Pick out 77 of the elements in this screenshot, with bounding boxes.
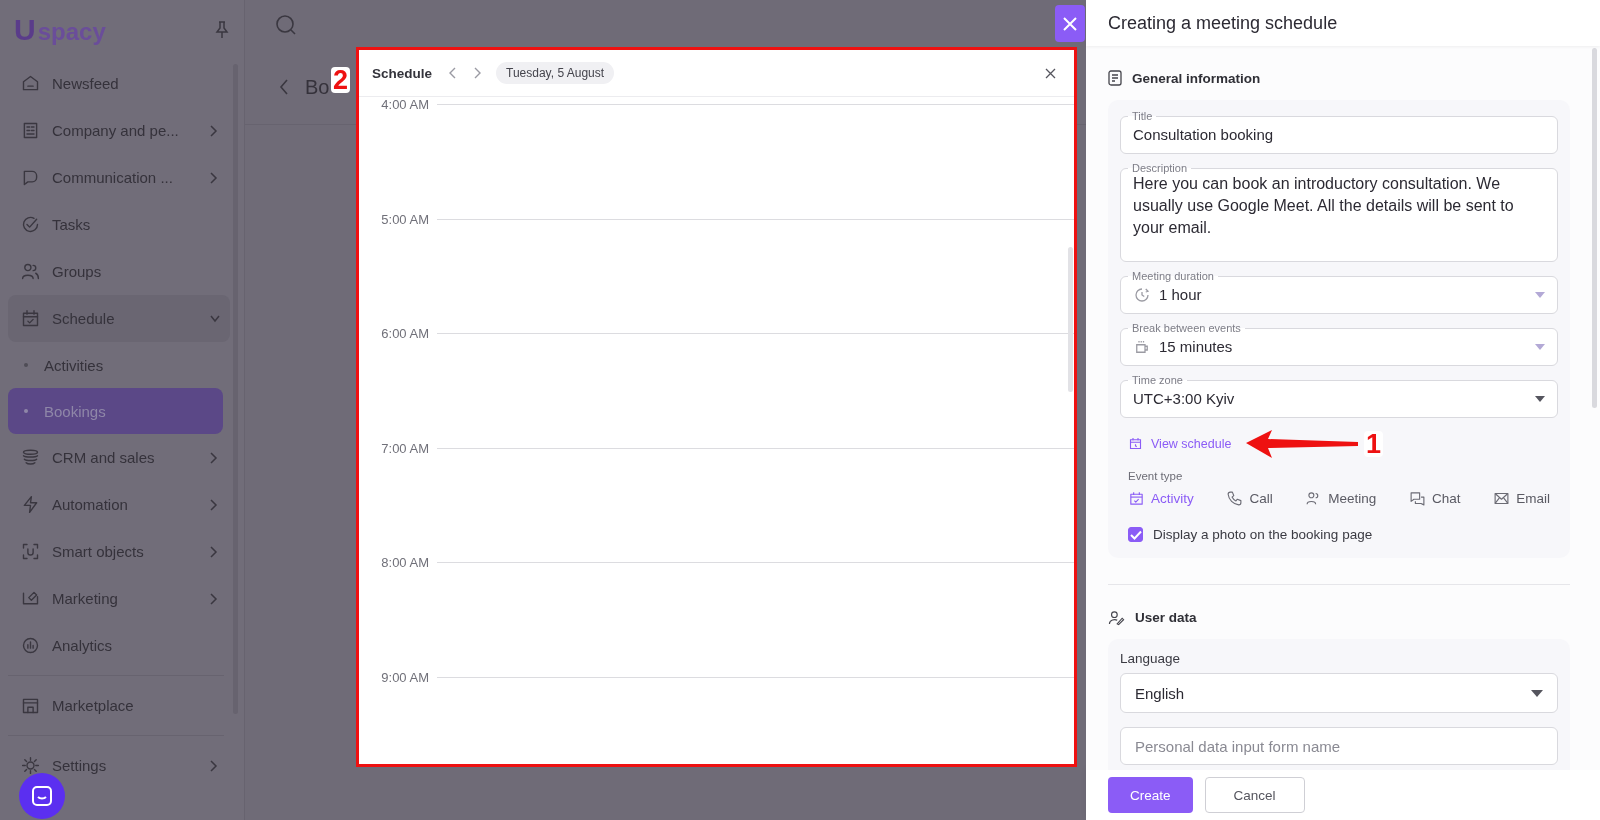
time-label: 4:00 AM: [380, 97, 429, 112]
cup-icon: [1133, 338, 1151, 356]
time-label: 8:00 AM: [380, 555, 429, 570]
panel-title: Creating a meeting schedule: [1108, 12, 1338, 34]
scrollbar[interactable]: [1068, 247, 1073, 392]
field-label: Time zone: [1128, 374, 1187, 386]
sidebar-item[interactable]: Analytics: [0, 622, 236, 669]
sidebar-item[interactable]: Settings: [0, 742, 236, 789]
calendar-icon: [20, 308, 41, 329]
sidebar-item[interactable]: Marketplace: [0, 682, 236, 729]
time-label: 7:00 AM: [380, 440, 429, 456]
select-field[interactable]: English: [1120, 673, 1558, 713]
search-icon[interactable]: [275, 14, 297, 36]
sidebar-item[interactable]: CRM and sales: [0, 434, 236, 481]
sidebar-item[interactable]: Groups: [0, 248, 236, 295]
sidebar-item[interactable]: Smart objects: [0, 528, 236, 575]
caret-icon: [1531, 689, 1543, 697]
page-title: Bo: [305, 75, 330, 99]
view-schedule-link[interactable]: View schedule: [1128, 436, 1232, 451]
scrollbar[interactable]: [1592, 48, 1597, 408]
check-circle-icon: [20, 214, 41, 235]
annotation-number: 2: [331, 67, 351, 93]
caret-icon: [1535, 396, 1545, 402]
sidebar-subitem[interactable]: Bookings: [8, 388, 223, 434]
clock-icon: [1133, 286, 1151, 304]
sidebar-item[interactable]: Tasks: [0, 201, 236, 248]
section-heading: User data: [1135, 609, 1197, 625]
close-button[interactable]: [1055, 5, 1085, 42]
annotation-number: 1: [1364, 431, 1384, 457]
time-label: 6:00 AM: [380, 326, 429, 341]
pin-icon[interactable]: [214, 21, 230, 39]
section-heading: General information: [1132, 70, 1261, 86]
event-type-option[interactable]: Activity: [1128, 490, 1194, 507]
caret-icon: [1535, 292, 1545, 298]
sidebar-item[interactable]: Company and pe...: [0, 107, 236, 154]
scan-icon: [20, 541, 41, 562]
caret-icon: [1535, 344, 1545, 350]
calendar-icon: [1128, 490, 1145, 507]
event-type-option[interactable]: Call: [1226, 490, 1273, 507]
field-label: Meeting duration: [1128, 270, 1218, 282]
sidebar-item[interactable]: Automation: [0, 481, 236, 528]
event-type-option[interactable]: Chat: [1409, 490, 1461, 507]
envelope-icon: [1493, 490, 1511, 507]
people-icon: [20, 261, 41, 282]
field-label: Language: [1120, 651, 1182, 666]
chat-bubble-icon: [31, 785, 53, 807]
chart-icon: [20, 635, 41, 656]
chat-icon: [1409, 490, 1427, 507]
event-type-option[interactable]: Meeting: [1305, 490, 1377, 507]
dialog-title: Schedule: [372, 65, 433, 81]
sidebar-subitem[interactable]: Activities: [0, 342, 244, 388]
next-icon[interactable]: [472, 67, 483, 79]
close-icon[interactable]: [1045, 67, 1056, 79]
input-field[interactable]: Personal data input form name: [1120, 727, 1558, 765]
create-button[interactable]: Create: [1108, 777, 1193, 813]
calendar-icon: [1128, 436, 1143, 451]
phone-icon: [1226, 490, 1244, 507]
stack-icon: [20, 447, 41, 468]
close-icon: [1063, 16, 1077, 31]
sidebar-item[interactable]: Communication ...: [0, 154, 236, 201]
checkbox[interactable]: [1128, 527, 1143, 542]
user-edit-icon: [1108, 608, 1125, 626]
checkbox-label: Display a photo on the booking page: [1153, 527, 1373, 542]
sidebar-item[interactable]: Newsfeed: [0, 60, 236, 107]
date-chip[interactable]: Tuesday, 5 August: [496, 62, 615, 84]
back-icon[interactable]: [279, 79, 289, 95]
field-label: Title: [1128, 110, 1157, 122]
sidebar-item[interactable]: Marketing: [0, 575, 236, 622]
field-label: Description: [1128, 162, 1192, 174]
field-label: Event type: [1128, 470, 1184, 482]
chat-support-button[interactable]: [19, 773, 65, 819]
cancel-button[interactable]: Cancel: [1204, 777, 1305, 813]
field-label: Break between events: [1128, 322, 1245, 334]
document-icon: [1108, 70, 1122, 86]
time-label: 5:00 AM: [380, 211, 429, 227]
time-label: 9:00 AM: [380, 669, 429, 685]
event-type-option[interactable]: Email: [1493, 490, 1550, 507]
